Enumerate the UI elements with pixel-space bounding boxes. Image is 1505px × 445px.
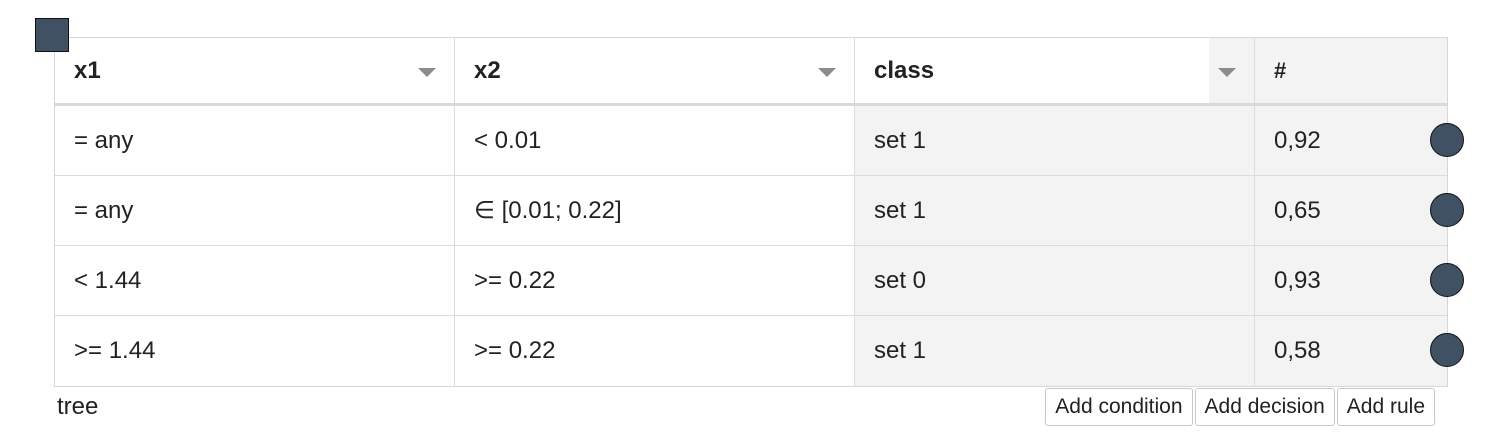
cell-hash-value: 0,65 — [1274, 196, 1321, 224]
add-decision-button[interactable]: Add decision — [1194, 388, 1335, 426]
column-header-label: # — [1274, 57, 1287, 83]
cell-class[interactable]: set 1 — [855, 176, 1255, 245]
cell-x2[interactable]: >= 0.22 — [455, 246, 855, 315]
table-actions: Add condition Add decision Add rule — [1045, 388, 1435, 426]
cell-hash-value: 0,92 — [1274, 126, 1321, 154]
cell-x1[interactable]: = any — [55, 176, 455, 245]
cell-hash-value: 0,58 — [1274, 337, 1321, 364]
dropdown-arrow-icon[interactable] — [818, 68, 836, 77]
cell-x2[interactable]: < 0.01 — [455, 106, 855, 175]
cell-x2[interactable]: ∈ [0.01; 0.22] — [455, 176, 855, 245]
cell-hash[interactable]: 0,65 — [1255, 176, 1464, 245]
column-header-label: x2 — [474, 56, 501, 84]
dropdown-arrow-icon[interactable] — [1218, 68, 1236, 77]
hit-policy-label[interactable]: tree — [57, 393, 98, 421]
cell-hash[interactable]: 0,92 — [1255, 106, 1464, 175]
table-row: = any ∈ [0.01; 0.22] set 1 0,65 — [55, 176, 1464, 246]
cell-hash[interactable]: 0,93 — [1255, 246, 1464, 315]
cell-x1[interactable]: = any — [55, 106, 455, 175]
column-header-x1[interactable]: x1 — [55, 38, 455, 103]
cell-class[interactable]: set 1 — [855, 106, 1255, 175]
dropdown-arrow-icon[interactable] — [418, 68, 436, 77]
row-handle-dot[interactable] — [1430, 263, 1464, 297]
column-header-label: x1 — [74, 56, 101, 84]
cell-x1[interactable]: >= 1.44 — [55, 316, 455, 386]
row-handle-dot[interactable] — [1430, 193, 1464, 227]
cell-hash[interactable]: 0,58 — [1255, 316, 1464, 386]
cell-x2[interactable]: >= 0.22 — [455, 316, 855, 386]
decision-table: x1 x2 class # = any < 0.01 set 1 0,92 = … — [54, 37, 1464, 387]
table-row: = any < 0.01 set 1 0,92 — [55, 106, 1464, 176]
table-row: >= 1.44 >= 0.22 set 1 0,58 — [55, 316, 1464, 386]
table-header-row: x1 x2 class # — [55, 38, 1447, 106]
cell-hash-value: 0,93 — [1274, 266, 1321, 294]
column-header-class[interactable]: class — [855, 38, 1255, 103]
decision-table-editor: x1 x2 class # = any < 0.01 set 1 0,92 = … — [0, 0, 1505, 445]
column-header-x2[interactable]: x2 — [455, 38, 855, 103]
add-rule-button[interactable]: Add rule — [1336, 388, 1435, 426]
add-condition-button[interactable]: Add condition — [1045, 388, 1193, 426]
column-header-label: class — [874, 56, 935, 84]
table-select-handle[interactable] — [35, 18, 69, 52]
cell-class[interactable]: set 0 — [855, 246, 1255, 315]
cell-class[interactable]: set 1 — [855, 316, 1255, 386]
column-header-hash: # — [1255, 38, 1447, 103]
row-handle-dot[interactable] — [1430, 333, 1464, 367]
row-handle-dot[interactable] — [1430, 123, 1464, 157]
cell-x1[interactable]: < 1.44 — [55, 246, 455, 315]
table-row: < 1.44 >= 0.22 set 0 0,93 — [55, 246, 1464, 316]
